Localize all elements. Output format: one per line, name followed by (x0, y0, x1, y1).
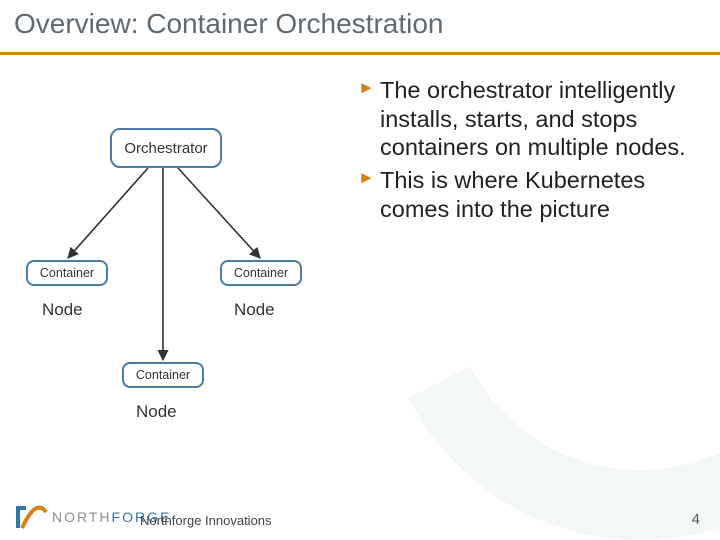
bullet-marker-icon: ► (358, 168, 375, 189)
bullet-text: This is where Kubernetes comes into the … (380, 167, 645, 222)
container-label: Container (234, 266, 288, 280)
logo-icon (14, 502, 48, 532)
logo-north: NORTH (52, 509, 112, 525)
orchestrator-label: Orchestrator (124, 140, 207, 157)
slide-title: Overview: Container Orchestration (14, 8, 444, 40)
node-label-right: Node (234, 300, 275, 320)
container-box-right: Container (220, 260, 302, 286)
container-box-bottom: Container (122, 362, 204, 388)
node-label-left: Node (42, 300, 83, 320)
container-label: Container (40, 266, 94, 280)
slide: Overview: Container Orchestration Orches… (0, 0, 720, 540)
bullet-marker-icon: ► (358, 78, 375, 99)
container-box-left: Container (26, 260, 108, 286)
orchestrator-box: Orchestrator (110, 128, 222, 168)
body-text: ► The orchestrator intelligently install… (358, 72, 710, 223)
bullet-item: ► The orchestrator intelligently install… (358, 76, 710, 162)
diagram: Orchestrator Container Node Container No… (8, 90, 358, 470)
bullet-text: The orchestrator intelligently installs,… (380, 77, 686, 160)
node-label-bottom: Node (136, 402, 177, 422)
footer-company: Northforge Innovations (140, 513, 272, 528)
title-rule (0, 52, 720, 55)
container-label: Container (136, 368, 190, 382)
bullet-item: ► This is where Kubernetes comes into th… (358, 166, 710, 223)
page-number: 4 (692, 511, 700, 528)
